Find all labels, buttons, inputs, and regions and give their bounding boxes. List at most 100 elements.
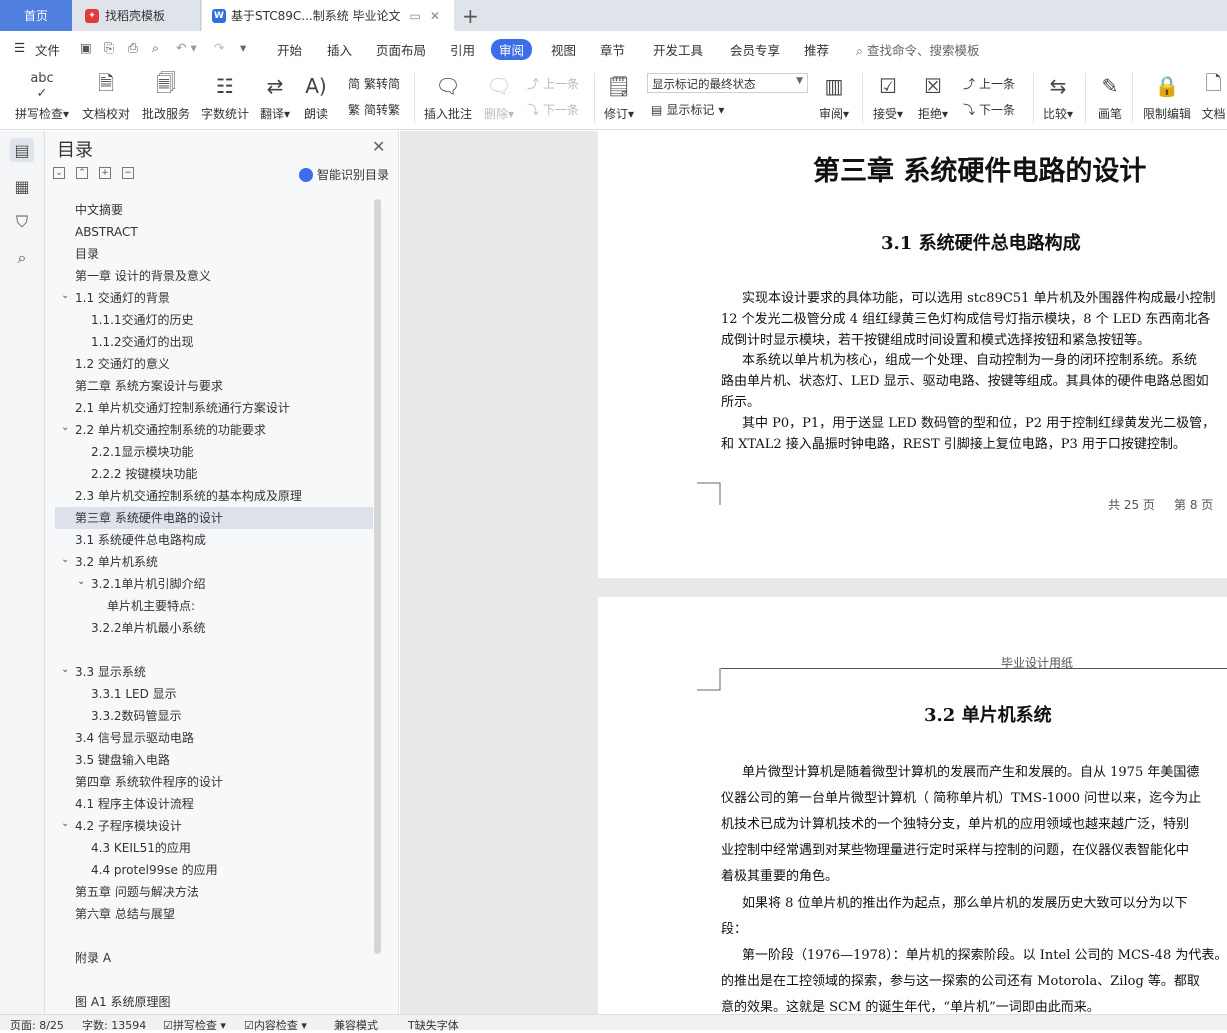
translate-button[interactable]: ⇄ 翻译▾ [257,71,293,122]
toc-item[interactable]: 1.1.2交通灯的出现 [55,331,373,353]
toc-item[interactable]: 2.1 单片机交通灯控制系统通行方案设计 [55,397,373,419]
new-tab-icon[interactable]: + [462,4,479,28]
save-icon[interactable]: ▣ [80,40,92,55]
spell-check-button[interactable]: abc ✓ 拼写检查▾ [12,71,72,122]
chevron-down-icon[interactable]: ⌄ [77,571,85,593]
toc-item[interactable]: ⌄ 3.2 单片机系统 [55,551,373,573]
track-changes-button[interactable]: 🗒 修订▾ [601,71,637,122]
toc-item[interactable]: 3.2.2单片机最小系统 [55,617,373,639]
toc-item[interactable]: ⌄ 2.2 单片机交通控制系统的功能要求 [55,419,373,441]
toc-icon[interactable]: ▤ [10,138,34,162]
pen-button[interactable]: ✎ 画笔 [1094,71,1126,122]
close-icon[interactable]: ✕ [372,137,385,156]
content-check-status[interactable]: ☑内容检查 ▾ [244,1017,307,1033]
hamburger-icon[interactable]: ☰ [14,40,25,55]
toc-item[interactable]: 第二章 系统方案设计与要求 [55,375,373,397]
show-markup-button[interactable]: ▤ 显示标记 ▾ [651,101,724,118]
toc-item[interactable]: 第三章 系统硬件电路的设计 [55,507,373,529]
tab-template[interactable]: ✦ 找稻壳模板 [73,0,201,31]
reject-button[interactable]: ☒ 拒绝▾ [915,71,951,122]
toc-item[interactable]: 4.4 protel99se 的应用 [55,859,373,881]
export-icon[interactable]: ⎘ [104,40,114,56]
toc-item[interactable]: 3.3.1 LED 显示 [55,683,373,705]
prev-comment-button[interactable]: ⤴ 上一条 [527,75,579,92]
menu-view[interactable]: 视图 [551,40,576,59]
missing-font-status[interactable]: T缺失字体 [408,1017,459,1033]
accept-button[interactable]: ☑ 接受▾ [870,71,906,122]
menu-recommend[interactable]: 推荐 [804,40,829,59]
print-preview-icon[interactable]: ⌕ [152,40,159,56]
toc-item[interactable]: ⌄ 4.2 子程序模块设计 [55,815,373,837]
toc-item[interactable]: 单片机主要特点: [55,595,373,617]
expand-all-icon[interactable]: + [99,167,111,179]
collapse-all-icon[interactable]: − [122,167,134,179]
batch-service-button[interactable]: 🗐 批改服务 [140,71,192,122]
toc-item[interactable]: 1.1.1交通灯的历史 [55,309,373,331]
chevron-down-icon[interactable]: ⌄ [61,813,69,835]
toc-item[interactable]: 第一章 设计的背景及意义 [55,265,373,287]
print-icon[interactable]: ⎙ [128,40,138,56]
window-restore-icon[interactable]: ▭ [410,9,421,23]
toc-item[interactable]: ⌄ 3.2.1单片机引脚介绍 [55,573,373,595]
menu-reference[interactable]: 引用 [450,40,475,59]
menu-insert[interactable]: 插入 [327,40,352,59]
menu-member[interactable]: 会员专享 [730,40,780,59]
toc-item[interactable]: 4.1 程序主体设计流程 [55,793,373,815]
chevron-down-icon[interactable]: ⌄ [61,549,69,571]
menu-devtools[interactable]: 开发工具 [653,40,703,59]
toc-item[interactable]: ⌄ 1.1 交通灯的背景 [55,287,373,309]
toc-item[interactable]: 3.4 信号显示驱动电路 [55,727,373,749]
undo-icon[interactable]: ↶ ▾ [176,40,197,55]
bookmark-icon[interactable]: ⛉ [10,210,34,234]
toc-item[interactable]: 3.3.2数码管显示 [55,705,373,727]
toc-scrollbar[interactable] [374,199,381,954]
simp-to-trad-button[interactable]: 繁简转繁 [348,101,400,118]
search-icon[interactable]: ⌕ [10,246,34,270]
toc-item[interactable]: 2.2.1显示模块功能 [55,441,373,463]
spell-status[interactable]: ☑拼写检查 ▾ [163,1017,226,1033]
review-pane-button[interactable]: ▥ 审阅▾ [816,71,852,122]
compare-button[interactable]: ⇆ 比较▾ [1040,71,1076,122]
toc-item[interactable]: 第四章 系统软件程序的设计 [55,771,373,793]
word-count-button[interactable]: ☷ 字数统计 [199,71,251,122]
page-indicator[interactable]: 页面: 8/25 [10,1017,64,1033]
doc-proof-button[interactable]: 🗎 文档校对 [80,71,132,122]
toc-item[interactable]: 3.5 键盘输入电路 [55,749,373,771]
command-search[interactable]: ⌕ 查找命令、搜索模板 [856,40,980,59]
prev-change-button[interactable]: ⤴ 上一条 [963,75,1015,92]
doc-permission-button[interactable]: 🗋 文档 [1200,71,1227,122]
toc-item[interactable]: ABSTRACT [55,221,373,243]
toc-item[interactable]: 1.2 交通灯的意义 [55,353,373,375]
smart-toc-button[interactable]: 智能识别目录 [299,166,389,183]
close-tab-icon[interactable]: ✕ [430,9,440,23]
toc-item[interactable]: ⌄ 3.3 显示系统 [55,661,373,683]
tab-home[interactable]: 首页 [0,0,72,31]
menu-start[interactable]: 开始 [277,40,302,59]
chevron-down-icon[interactable]: ⌄ [61,285,69,307]
toc-item[interactable]: 2.2.2 按键模块功能 [55,463,373,485]
read-aloud-button[interactable]: A) 朗读 [301,71,331,122]
collapse-down-icon[interactable]: ⌄ [53,167,65,179]
toc-item[interactable]: 图 A1 系统原理图 [55,991,373,1013]
redo-icon[interactable]: ↷ [214,40,224,55]
toc-item[interactable]: 第六章 总结与展望 [55,903,373,925]
toc-item[interactable]: 附录 A [55,947,373,969]
insert-comment-button[interactable]: 🗨 插入批注 [422,71,474,122]
word-count[interactable]: 字数: 13594 [82,1017,146,1033]
toc-item[interactable]: 第五章 问题与解决方法 [55,881,373,903]
markup-select[interactable]: 显示标记的最终状态 ▼ [647,73,808,93]
delete-comment-button[interactable]: 🗨 删除▾ [481,71,517,122]
menu-review[interactable]: 审阅 [491,39,533,60]
next-comment-button[interactable]: ⤵ 下一条 [527,101,579,118]
chevron-down-icon[interactable]: ⌄ [61,417,69,439]
chevron-down-icon[interactable]: ⌄ [61,659,69,681]
toc-item[interactable]: 4.3 KEIL51的应用 [55,837,373,859]
trad-to-simp-button[interactable]: 简繁转简 [348,75,400,92]
collapse-up-icon[interactable]: ⌃ [76,167,88,179]
restrict-edit-button[interactable]: 🔒 限制编辑 [1141,71,1193,122]
next-change-button[interactable]: ⤵ 下一条 [963,101,1015,118]
outline-icon[interactable]: ▦ [10,174,34,198]
menu-chapter[interactable]: 章节 [600,40,625,59]
menu-layout[interactable]: 页面布局 [376,40,426,59]
tab-document[interactable]: W 基于STC89C...制系统 毕业论文 ▭ ✕ [202,0,454,31]
